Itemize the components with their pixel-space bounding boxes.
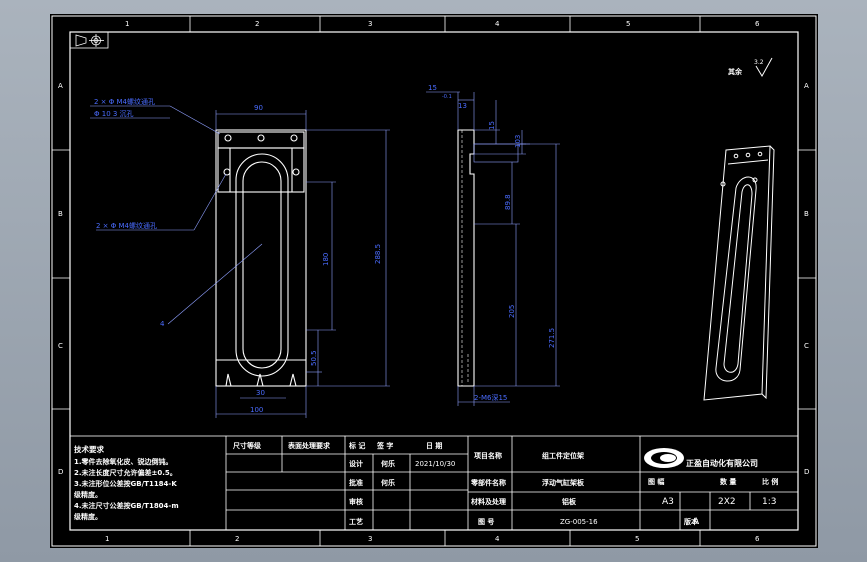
header-sign: 签 字 [376,441,393,450]
title-block [69,435,799,531]
side-dim-103: 103 [514,135,522,148]
drawing-number: ZG-005-16 [560,518,598,526]
front-dims [90,105,390,418]
zone-top-2: 2 [255,20,259,28]
header-date: 日 期 [426,441,442,450]
zone-right-a: A [804,82,809,90]
side-dim-205: 205 [508,305,516,318]
front-height-total: 288.5 [374,244,382,264]
label-design: 设计 [349,459,363,468]
label-part-name: 零部件名称 [470,478,506,487]
version-value: A [693,517,700,527]
design-date: 2021/10/30 [415,460,455,468]
label-check: 审核 [349,497,363,506]
header-size-grade: 尺寸等级 [232,441,262,450]
front-note-top-1: 2 × Φ M4螺纹通孔 [94,97,155,106]
zone-left-b: B [58,210,63,218]
checker-name: 何乐 [381,478,395,487]
scale-value: 1:3 [762,497,776,507]
front-slot-length: 180 [322,253,330,266]
zone-bottom-5: 5 [635,535,639,543]
projection-symbol-icon [69,31,109,49]
inner-border [69,31,799,531]
front-note-mid: 2 × Φ M4螺纹通孔 [96,221,157,230]
label-drawing-no: 图 号 [478,517,494,526]
cad-viewport[interactable]: 1 2 3 4 5 6 1 2 3 4 5 6 A B C D A B C D … [50,14,818,548]
tech-req-line-1: 1.零件去除氧化皮、锐边倒钝。 [74,457,173,466]
label-project: 项目名称 [474,451,502,460]
zone-left-a: A [58,82,63,90]
roughness-other-label: 其余 [728,67,743,76]
tech-req-line-5: 4.未注尺寸公差按GB/T1804-m [74,501,179,510]
material-name: 铝板 [562,497,577,506]
zone-bottom-2: 2 [235,535,239,543]
side-dim-271: 271.5 [548,328,556,348]
tech-req-line-4: 级精度。 [73,490,102,499]
side-dims [426,91,560,406]
company-name: 正盈自动化有限公司 [686,458,758,468]
front-slot-bottom: 50.5 [310,350,318,366]
side-top-tol: -0.1 [442,94,452,100]
tech-req-line-3: 3.未注形位公差按GB/T1184-K [74,479,177,488]
side-bottom-note: 2-M6深15 [474,393,507,402]
side-dim-89: 89.8 [504,194,512,210]
zone-left-d: D [58,468,63,476]
project-name: 组工件定位架 [542,451,584,460]
zone-top-4: 4 [495,20,500,28]
zone-top-6: 6 [755,20,760,28]
company-logo-icon [644,448,684,468]
side-top-dim: 15 [428,84,437,92]
zone-top-5: 5 [626,20,630,28]
header-mark: 标 记 [348,441,365,450]
label-material: 材料及处理 [470,497,506,506]
zone-bottom-6: 6 [755,535,760,543]
front-width-bottom: 100 [250,406,263,414]
roughness-value: 3.2 [754,59,764,66]
isometric-view [703,145,775,401]
zone-bottom-3: 3 [368,535,372,543]
zone-left-c: C [58,342,63,350]
zone-right-c: C [804,342,809,350]
zone-top-3: 3 [368,20,372,28]
front-inner-width: 30 [256,389,265,397]
front-width-top: 90 [254,104,263,112]
label-scale: 比 例 [762,477,778,486]
roughness-symbol-icon: 3.2 其余 [728,57,773,77]
label-qty: 数 量 [720,477,736,486]
format-value: A3 [662,497,674,507]
label-format: 图 幅 [648,477,664,486]
side-dim-13: 13 [458,102,467,110]
front-leader-label: 4 [160,320,165,328]
side-dim-15: 15 [488,121,496,130]
front-view [215,129,307,387]
zone-bottom-4: 4 [495,535,500,543]
front-note-top-2: Φ 10 3 沉孔 [94,110,134,118]
zone-right-b: B [804,210,809,218]
part-name: 浮动气缸架板 [542,478,585,487]
tech-req-line-6: 级精度。 [73,512,102,521]
tech-req-title: 技术要求 [74,444,104,454]
designer-name: 何乐 [381,459,395,468]
zone-bottom-1: 1 [105,535,109,543]
header-surface: 表面处理要求 [287,441,331,450]
drawing-canvas: 1 2 3 4 5 6 1 2 3 4 5 6 A B C D A B C D … [51,15,817,547]
label-craft: 工艺 [349,517,363,526]
zone-top-1: 1 [125,20,129,28]
label-approve: 批准 [349,478,363,487]
side-view [457,129,519,387]
qty-value: 2X2 [718,497,736,507]
tech-req-line-2: 2.未注长度尺寸允许偏差±0.5。 [74,468,177,477]
zone-right-d: D [804,468,809,476]
